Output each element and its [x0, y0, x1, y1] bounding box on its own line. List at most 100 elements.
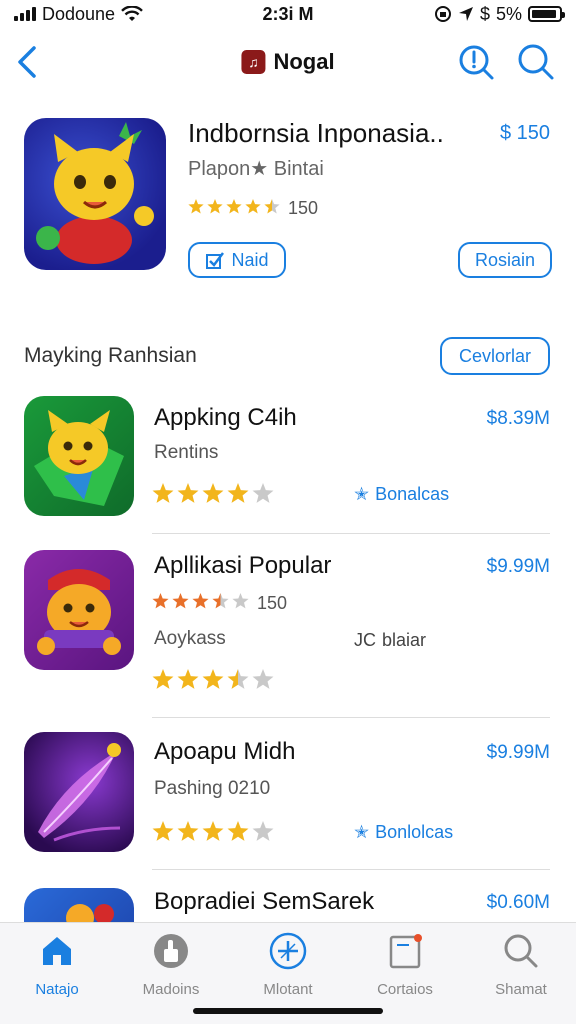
battery-icon [528, 6, 565, 22]
app-name: Bopradiei SemSarek [154, 888, 375, 915]
app-small-rating: 150 [152, 592, 287, 614]
signal-bars-icon [14, 7, 36, 21]
star-icon [252, 483, 274, 503]
featured-rating-count: 150 [288, 198, 319, 218]
star-icon [202, 483, 224, 503]
battery-percent: 5% [495, 3, 522, 24]
featured-left-button-label: Naid [231, 249, 269, 270]
tab-label: Mlotant [263, 981, 313, 998]
featured-left-button[interactable]: Naid [188, 242, 286, 278]
app-name: Apllikasi Popular [154, 552, 332, 579]
search-icon [504, 934, 538, 968]
app-price: $0.60M [486, 892, 550, 913]
featured-app-name: Indbornsia Inponasia.. [188, 118, 444, 148]
compass-icon [269, 932, 307, 970]
featured-right-button-label: Rosiain [474, 249, 536, 270]
app-meta: ✭ Bonalcas [354, 484, 449, 505]
app-price: $8.39M [486, 408, 550, 429]
star-icon [245, 199, 261, 214]
star-rating-icon [152, 483, 274, 503]
tab-natajo[interactable]: Natajo [2, 931, 112, 998]
page-title: ♫ Nogal [241, 49, 335, 75]
tab-cortaios[interactable]: Cortaios [350, 931, 460, 998]
list-item[interactable]: Apoapu Midh $9.99M Pashing 0210 ✭ Bonlol… [24, 732, 550, 856]
list-item[interactable]: Appking C4ih $8.39M Rentins ✭ Bonalcas [24, 396, 550, 520]
section-button[interactable]: Cevlorlar [440, 337, 550, 375]
star-icon [152, 593, 169, 609]
wifi-icon [121, 6, 143, 21]
feather-app-icon[interactable] [24, 732, 134, 852]
status-bar: Dodoune 2:3i M $ 5% [0, 0, 576, 28]
tab-label: Madoins [142, 981, 200, 998]
status-time: 2:3i M [262, 3, 314, 24]
figure-icon: ✭ [354, 484, 370, 504]
featured-app-price: $ 150 [499, 122, 550, 144]
app-price: $9.99M [486, 556, 550, 577]
status-right: $ 5% [434, 3, 565, 25]
tab-label: Shamat [495, 981, 547, 998]
tab-madoins[interactable]: Madoins [116, 931, 226, 998]
cat-mascot-app-icon[interactable] [24, 118, 166, 270]
star-rating-icon [188, 199, 280, 214]
app-meta-prefix: JC [354, 630, 376, 650]
carrier-label: Dodoune [42, 3, 116, 24]
star-icon [227, 669, 249, 689]
tab-label: Natajo [35, 981, 79, 998]
app-price: $9.99M [486, 742, 550, 763]
note-icon [389, 934, 422, 969]
star-icon [226, 199, 242, 214]
section-button-label: Cevlorlar [458, 345, 532, 366]
figure-icon: ✭ [354, 822, 370, 842]
tab-label: Cortaios [377, 981, 433, 998]
status-left: Dodoune [14, 4, 143, 25]
star-icon [202, 669, 224, 689]
back-chevron-icon[interactable] [10, 42, 46, 82]
star-icon [227, 821, 249, 841]
app-meta: JC blaiar [354, 630, 426, 651]
search-icon[interactable] [516, 42, 556, 82]
partial-app-icon[interactable] [24, 888, 134, 922]
star-icon [252, 821, 274, 841]
page-title-text: Nogal [273, 49, 335, 74]
app-subtitle: Aoykass [154, 628, 226, 649]
divider [152, 717, 550, 718]
divider [152, 869, 550, 870]
cat-app-icon[interactable] [24, 396, 134, 516]
info-search-icon[interactable] [456, 42, 496, 82]
featured-app-card[interactable]: Indbornsia Inponasia.. $ 150 Plapon★ Bin… [24, 112, 554, 282]
star-icon [192, 593, 209, 609]
app-meta: ✭ Bonlolcas [354, 822, 453, 843]
tab-shamat[interactable]: Shamat [466, 931, 576, 998]
star-rating-icon [152, 593, 249, 609]
list-item[interactable]: Apllikasi Popular $9.99M 150 Aoykass JC … [24, 548, 550, 698]
star-icon [177, 821, 199, 841]
app-subtitle: Pashing 0210 [154, 778, 271, 799]
star-icon [232, 593, 249, 609]
star-icon [152, 483, 174, 503]
star-icon [252, 669, 274, 689]
app-rating-stars [152, 482, 274, 509]
star-icon [152, 821, 174, 841]
app-subtitle: Rentins [154, 442, 219, 463]
app-rating-stars [152, 668, 274, 695]
star-icon [207, 199, 223, 214]
tab-mlotant[interactable]: Mlotant [233, 931, 343, 998]
navigation-bar: ♫ Nogal [0, 34, 576, 90]
star-icon [177, 669, 199, 689]
home-icon [43, 937, 71, 965]
featured-right-button[interactable]: Rosiain [458, 242, 552, 278]
star-icon [264, 199, 280, 214]
star-icon [152, 669, 174, 689]
app-small-rating-count: 150 [257, 592, 288, 613]
app-rating-stars [152, 820, 274, 847]
star-icon [227, 483, 249, 503]
star-icon [188, 199, 204, 214]
star-rating-icon [152, 669, 274, 689]
app-meta-label: blaiar [382, 630, 427, 650]
list-item[interactable]: Bopradiei SemSarek $0.60M [24, 884, 550, 922]
app-logo-icon: ♫ [241, 50, 266, 74]
status-glyph: $ [479, 3, 490, 24]
tab-bar: Natajo Madoins Mlotant Cortaios Shamat [0, 922, 576, 1024]
home-indicator [193, 1008, 383, 1014]
mascot-app-icon[interactable] [24, 550, 134, 670]
